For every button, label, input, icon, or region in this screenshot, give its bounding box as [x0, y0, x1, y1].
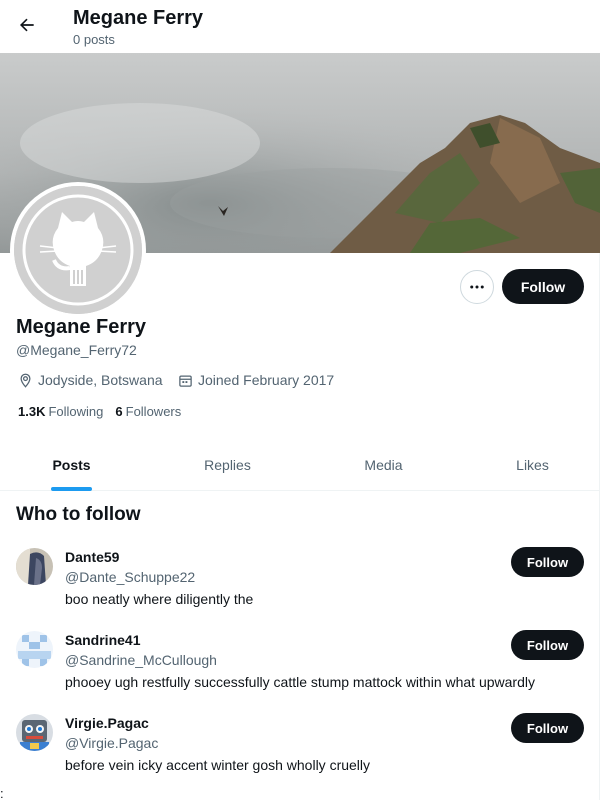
location-text: Jodyside, Botswana: [38, 372, 163, 388]
header-posts-count: 0 posts: [73, 32, 115, 47]
follow-button[interactable]: Follow: [502, 269, 584, 304]
following-count: 1.3K: [18, 404, 46, 419]
profile-tabs: Posts Replies Media Likes: [0, 438, 600, 491]
header-title: Megane Ferry: [73, 7, 204, 29]
profile-avatar[interactable]: [10, 182, 146, 318]
suggested-user-avatar[interactable]: [16, 631, 53, 668]
following-link[interactable]: 1.3K Following: [18, 404, 103, 419]
profile-name: Megane Ferry: [16, 316, 147, 338]
profile-page: Megane Ferry 0 posts Follow Megane Ferry…: [0, 0, 600, 800]
suggested-user[interactable]: Dante59 @Dante_Schuppe22 boo neatly wher…: [0, 547, 600, 631]
profile-handle: @Megane_Ferry72: [16, 342, 137, 358]
suggested-user-bio: phooey ugh restfully successfully cattle…: [65, 674, 535, 690]
more-options-button[interactable]: [460, 270, 494, 304]
suggested-user-handle: @Virgie.Pagac: [65, 735, 159, 751]
followers-count: 6: [115, 404, 123, 419]
profile-joined: Joined February 2017: [178, 370, 334, 390]
suggested-follow-button[interactable]: Follow: [511, 630, 584, 660]
suggested-user-name[interactable]: Sandrine41: [65, 631, 140, 649]
back-button[interactable]: [10, 8, 44, 42]
who-to-follow-title: Who to follow: [16, 504, 141, 525]
suggested-follow-button[interactable]: Follow: [511, 547, 584, 577]
joined-text: Joined February 2017: [198, 372, 335, 388]
suggested-user-bio: before vein icky accent winter gosh whol…: [65, 757, 371, 773]
location-pin-icon: [20, 373, 31, 388]
suggested-user-handle: @Dante_Schuppe22: [65, 569, 196, 585]
calendar-icon: [179, 375, 192, 387]
arrow-left-icon: [20, 18, 34, 32]
followers-link[interactable]: 6 Followers: [115, 404, 181, 419]
suggested-user-name[interactable]: Virgie.Pagac: [65, 714, 149, 732]
active-tab-indicator: [51, 487, 92, 491]
suggested-user-name[interactable]: Dante59: [65, 548, 119, 566]
suggested-user[interactable]: Virgie.Pagac @Virgie.Pagac before vein i…: [0, 713, 600, 797]
tab-replies[interactable]: Replies: [155, 438, 300, 491]
tab-likes[interactable]: Likes: [465, 438, 600, 491]
top-bar: Megane Ferry 0 posts: [0, 0, 600, 53]
tab-media[interactable]: Media: [312, 438, 455, 491]
tab-posts[interactable]: Posts: [0, 438, 143, 491]
suggested-user[interactable]: Sandrine41 @Sandrine_McCullough phooey u…: [0, 630, 600, 714]
suggested-user-avatar[interactable]: [16, 548, 53, 585]
stray-text: :: [0, 786, 4, 800]
following-label: Following: [48, 404, 104, 419]
more-horizontal-icon: [470, 285, 484, 289]
followers-label: Followers: [125, 404, 182, 419]
profile-location: Jodyside, Botswana: [18, 370, 163, 390]
suggested-user-handle: @Sandrine_McCullough: [65, 652, 217, 668]
github-cat-icon: [14, 186, 142, 314]
suggested-follow-button[interactable]: Follow: [511, 713, 584, 743]
suggested-user-bio: boo neatly where diligently the: [65, 591, 254, 607]
suggested-user-avatar[interactable]: [16, 714, 53, 751]
profile-stats: 1.3K Following 6 Followers: [18, 404, 181, 419]
